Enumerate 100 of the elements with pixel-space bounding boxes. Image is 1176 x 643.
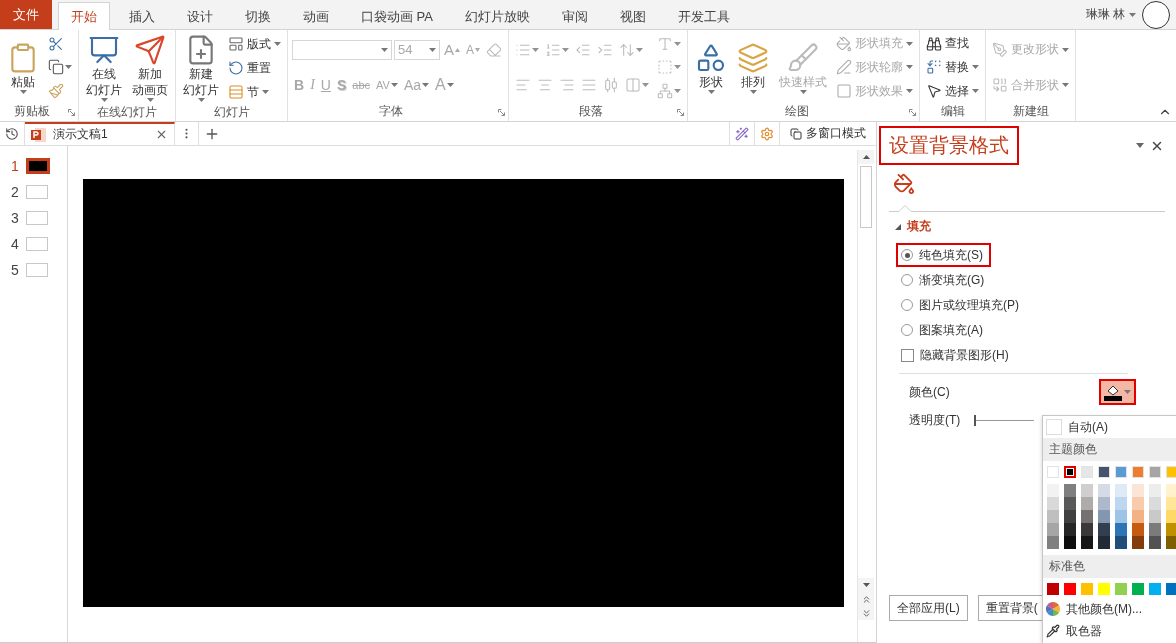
color-swatch[interactable]	[1115, 523, 1127, 536]
ribbon-button[interactable]: 粘贴	[4, 39, 42, 96]
ribbon-tab[interactable]: 动画	[290, 2, 342, 30]
ribbon-button[interactable]: 新建 幻灯片	[180, 32, 222, 104]
color-swatch[interactable]	[1047, 536, 1059, 549]
color-swatch[interactable]	[1115, 484, 1127, 497]
color-swatch[interactable]	[1166, 510, 1176, 523]
ribbon-button[interactable]: 重置	[226, 58, 273, 78]
ribbon-button[interactable]: 节	[226, 82, 271, 102]
slide-thumbnail[interactable]	[26, 158, 50, 174]
color-swatch[interactable]	[1166, 583, 1176, 595]
radio-option[interactable]: 纯色填充(S)	[896, 243, 991, 267]
color-swatch[interactable]	[1047, 583, 1059, 595]
scroll-up-button[interactable]	[858, 150, 874, 164]
color-swatch[interactable]	[1064, 583, 1076, 595]
color-swatch[interactable]	[1064, 497, 1076, 510]
color-swatch[interactable]	[1081, 536, 1093, 549]
automatic-color-item[interactable]: 自动(A)	[1043, 416, 1176, 438]
ribbon-tab[interactable]: 设计	[174, 2, 226, 30]
color-swatch[interactable]	[1115, 510, 1127, 523]
ribbon-tab[interactable]: 视图	[607, 2, 659, 30]
color-swatch[interactable]	[1047, 523, 1059, 536]
magic-wand-button[interactable]	[729, 122, 755, 145]
radio-option[interactable]: 图案填充(A)	[896, 318, 991, 342]
color-swatch[interactable]	[1098, 484, 1110, 497]
multi-window-button[interactable]: 多窗口模式	[779, 122, 876, 145]
ribbon-tab[interactable]: 幻灯片放映	[452, 2, 543, 30]
slide-thumbnail[interactable]	[26, 211, 48, 225]
ribbon-tab[interactable]: 插入	[116, 2, 168, 30]
color-swatch[interactable]	[1047, 510, 1059, 523]
color-swatch[interactable]	[1098, 523, 1110, 536]
color-swatch[interactable]	[1149, 497, 1161, 510]
file-tab[interactable]: 文件	[0, 0, 52, 29]
color-swatch[interactable]	[1047, 484, 1059, 497]
color-swatch[interactable]	[1064, 523, 1076, 536]
color-swatch[interactable]	[1115, 583, 1127, 595]
fill-color-button[interactable]	[1099, 379, 1136, 405]
color-swatch[interactable]	[1098, 510, 1110, 523]
fill-section-header[interactable]: 填充	[889, 212, 1164, 243]
color-swatch[interactable]	[1166, 523, 1176, 536]
ribbon-button[interactable]: 替换	[924, 58, 982, 77]
pane-options-button[interactable]	[1136, 143, 1144, 148]
ribbon-tab[interactable]: 切换	[232, 2, 284, 30]
close-icon[interactable]	[155, 128, 168, 141]
ribbon-button[interactable]: 排列	[734, 39, 773, 96]
color-swatch[interactable]	[1166, 536, 1176, 549]
color-swatch[interactable]	[1047, 497, 1059, 510]
color-swatch[interactable]	[1115, 536, 1127, 549]
color-swatch[interactable]	[1098, 497, 1110, 510]
ribbon-tab[interactable]: 开始	[58, 2, 110, 30]
color-swatch[interactable]	[1064, 466, 1076, 478]
user-menu[interactable]: 琳琳 林	[1079, 0, 1142, 29]
dialog-launcher-icon[interactable]	[68, 109, 75, 116]
radio-option[interactable]: 渐变填充(G)	[896, 268, 993, 292]
slide-canvas[interactable]	[83, 179, 844, 607]
color-swatch[interactable]	[1149, 583, 1161, 595]
color-swatch[interactable]	[1081, 497, 1093, 510]
dialog-launcher-icon[interactable]	[677, 109, 685, 116]
ribbon-icon-button[interactable]	[46, 82, 66, 101]
ribbon-button[interactable]: 在线 幻灯片	[83, 32, 125, 104]
slide-thumbnail[interactable]	[26, 263, 48, 277]
color-swatch[interactable]	[1064, 536, 1076, 549]
ribbon-tab[interactable]: 审阅	[549, 2, 601, 30]
checkbox-option[interactable]: 隐藏背景图形(H)	[896, 343, 1017, 367]
radio-option[interactable]: 图片或纹理填充(P)	[896, 293, 1027, 317]
color-swatch[interactable]	[1115, 497, 1127, 510]
ribbon-button[interactable]: 形状	[692, 39, 731, 96]
ribbon-button[interactable]: 查找	[924, 34, 972, 54]
color-swatch[interactable]	[1166, 497, 1176, 510]
next-slide-button[interactable]	[858, 606, 874, 620]
ribbon-button[interactable]: 选择	[924, 81, 982, 101]
color-swatch[interactable]	[1132, 536, 1144, 549]
color-swatch[interactable]	[1149, 523, 1161, 536]
dialog-launcher-icon[interactable]	[909, 109, 917, 116]
slider-thumb[interactable]	[974, 414, 977, 426]
color-swatch[interactable]	[1132, 497, 1144, 510]
dialog-launcher-icon[interactable]	[498, 109, 506, 116]
color-swatch[interactable]	[1081, 510, 1093, 523]
slide-thumbnail[interactable]	[26, 237, 48, 251]
document-tab[interactable]: 演示文稿1	[25, 122, 175, 145]
color-swatch[interactable]	[1132, 583, 1144, 595]
scrollbar-thumb[interactable]	[860, 166, 872, 228]
ribbon-icon-button[interactable]	[46, 58, 74, 77]
color-swatch[interactable]	[1081, 523, 1093, 536]
more-colors-item[interactable]: 其他颜色(M)...	[1043, 598, 1176, 620]
color-swatch[interactable]	[1149, 536, 1161, 549]
color-swatch[interactable]	[1064, 484, 1076, 497]
color-swatch[interactable]	[1064, 510, 1076, 523]
slide-thumbnail[interactable]	[26, 185, 48, 199]
pane-button[interactable]: 全部应用(L)	[889, 595, 968, 621]
ribbon-button[interactable]: 新加 动画页	[129, 32, 171, 104]
eyedropper-item[interactable]: 取色器	[1043, 620, 1176, 642]
paint-bucket-icon[interactable]	[893, 173, 915, 195]
color-swatch[interactable]	[1132, 484, 1144, 497]
color-swatch[interactable]	[1149, 510, 1161, 523]
ribbon-tab[interactable]: 口袋动画 PA	[348, 2, 446, 30]
checkbox[interactable]	[901, 348, 914, 362]
color-swatch[interactable]	[1132, 510, 1144, 523]
ribbon-button[interactable]: 版式	[226, 34, 283, 54]
color-swatch[interactable]	[1098, 536, 1110, 549]
